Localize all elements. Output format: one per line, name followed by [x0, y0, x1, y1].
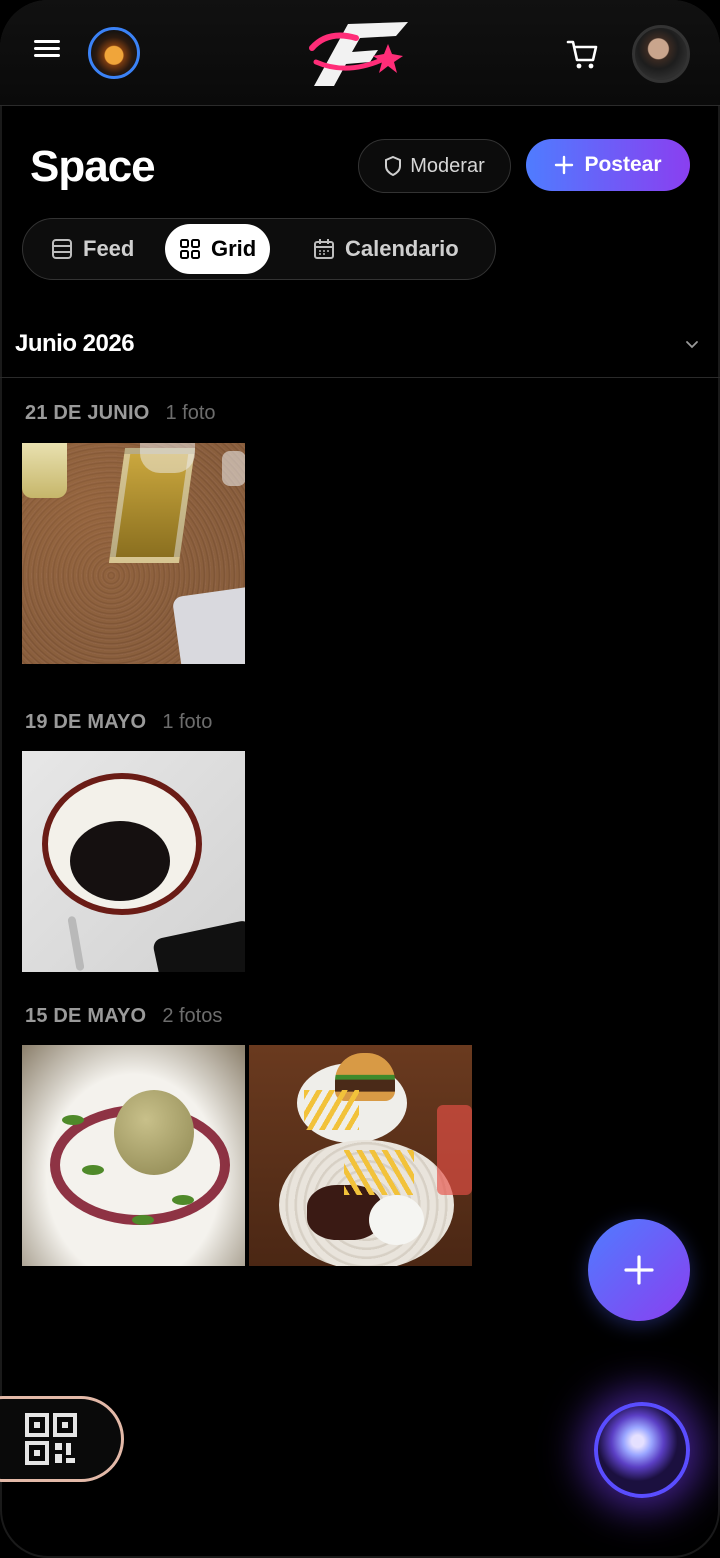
tab-calendar[interactable]: Calendario	[299, 224, 473, 274]
post-button[interactable]: Postear	[526, 139, 690, 191]
section-date: 21 DE JUNIO	[25, 402, 150, 424]
hamburger-menu-icon[interactable]	[30, 36, 66, 68]
section-count: 2 fotos	[162, 1005, 223, 1027]
tab-feed-label: Feed	[83, 236, 135, 261]
section-header: 15 DE MAYO 2 fotos	[25, 1005, 222, 1028]
shopping-cart-icon[interactable]	[566, 38, 600, 70]
tab-grid-label: Grid	[211, 236, 257, 261]
view-tabs: Feed Grid Calendario	[22, 218, 496, 280]
tab-calendar-label: Calendario	[345, 236, 459, 261]
photo-thumbnail[interactable]	[22, 751, 245, 972]
section-header: 19 DE MAYO 1 foto	[25, 711, 212, 734]
section-date: 19 DE MAYO	[25, 711, 147, 733]
shield-icon	[385, 156, 402, 176]
photo-thumbnail[interactable]	[249, 1045, 472, 1266]
list-icon	[52, 239, 72, 259]
month-selector[interactable]: Junio 2026	[0, 316, 720, 378]
post-label: Postear	[584, 153, 662, 176]
ai-assistant-orb-button[interactable]	[594, 1402, 690, 1498]
space-avatar[interactable]	[88, 27, 140, 79]
chevron-down-icon	[686, 341, 698, 349]
top-bar	[0, 0, 720, 106]
app-frame: Space Moderar Postear Feed Grid Calendar…	[0, 0, 720, 1558]
qr-code-icon	[25, 1413, 77, 1465]
calendar-icon	[314, 239, 334, 259]
plus-icon	[624, 1255, 654, 1285]
page-title: Space	[30, 142, 156, 191]
section-count: 1 foto	[165, 402, 216, 424]
plus-icon	[555, 155, 574, 175]
tab-feed[interactable]: Feed	[37, 224, 148, 274]
month-label: Junio 2026	[15, 330, 135, 357]
moderate-button[interactable]: Moderar	[358, 139, 511, 193]
app-logo-icon[interactable]	[308, 18, 412, 90]
photo-thumbnail[interactable]	[22, 1045, 245, 1266]
section-header: 21 DE JUNIO 1 foto	[25, 402, 216, 425]
add-fab-button[interactable]	[588, 1219, 690, 1321]
moderate-label: Moderar	[410, 154, 485, 177]
tab-grid[interactable]: Grid	[165, 224, 271, 274]
section-date: 15 DE MAYO	[25, 1005, 147, 1027]
section-count: 1 foto	[162, 711, 213, 733]
grid-icon	[180, 239, 200, 259]
qr-code-button[interactable]	[0, 1396, 124, 1482]
user-avatar[interactable]	[632, 25, 690, 83]
photo-thumbnail[interactable]	[22, 443, 245, 664]
